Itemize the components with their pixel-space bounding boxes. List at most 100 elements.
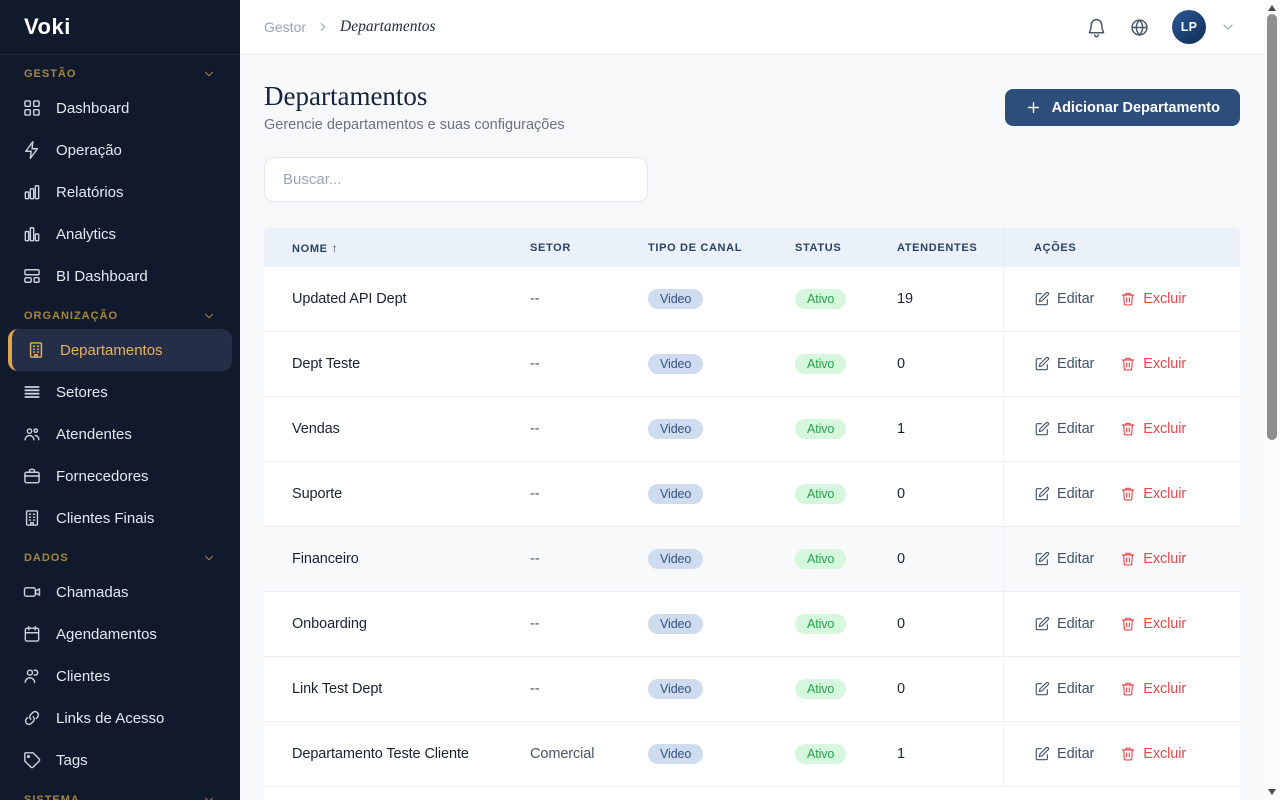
department-setor: -- <box>530 356 540 372</box>
page-subtitle: Gerencie departamentos e suas configuraç… <box>264 117 565 133</box>
sidebar-item-clientes[interactable]: Clientes <box>8 655 232 697</box>
chevron-right-icon <box>320 23 326 31</box>
tag-icon <box>22 750 42 770</box>
link-icon <box>22 708 42 728</box>
sidebar-nav: GESTÃO Dashboard Operação Relatórios Ana… <box>0 55 240 800</box>
atendentes-count: 0 <box>897 356 905 372</box>
trash-icon <box>1122 487 1135 501</box>
sidebar-item-label: Dashboard <box>56 99 130 117</box>
scroll-down-arrow-icon[interactable] <box>1268 789 1276 795</box>
sidebar-item-analytics[interactable]: Analytics <box>8 213 232 255</box>
edit-button[interactable]: Editar <box>1034 421 1094 437</box>
section-header-organizacao[interactable]: ORGANIZAÇÃO <box>8 297 232 329</box>
sidebar-item-links-de-acesso[interactable]: Links de Acesso <box>8 697 232 739</box>
trash-icon <box>1122 422 1135 436</box>
edit-icon <box>1035 616 1050 631</box>
edit-button[interactable]: Editar <box>1034 356 1094 372</box>
sidebar-item-departamentos[interactable]: Departamentos <box>8 329 232 371</box>
delete-button[interactable]: Excluir <box>1120 551 1186 567</box>
building-icon <box>26 340 46 360</box>
scrollbar-thumb[interactable] <box>1267 14 1277 440</box>
status-badge: Ativo <box>795 354 847 374</box>
table-row: Link Test Dept -- Video Ativo 0 Editar E… <box>264 657 1240 722</box>
sidebar-item-label: Setores <box>56 383 108 401</box>
department-setor: -- <box>530 291 540 307</box>
video-camera-icon <box>22 582 42 602</box>
search-input[interactable] <box>264 157 648 202</box>
column-header-atendentes[interactable]: ATENDENTES <box>897 242 1003 254</box>
edit-icon <box>1035 421 1050 436</box>
edit-button[interactable]: Editar <box>1034 616 1094 632</box>
sidebar-item-label: Relatórios <box>56 183 124 201</box>
breadcrumb-root[interactable]: Gestor <box>264 19 306 35</box>
canal-badge: Video <box>648 484 704 504</box>
building-icon <box>22 508 42 528</box>
page-title: Departamentos <box>264 81 428 111</box>
delete-button[interactable]: Excluir <box>1120 681 1186 697</box>
atendentes-count: 1 <box>897 746 905 762</box>
column-header-nome[interactable]: NOME ↑ <box>264 241 530 255</box>
column-header-tipo-de-canal[interactable]: TIPO DE CANAL <box>648 242 795 254</box>
sidebar-item-bi-dashboard[interactable]: BI Dashboard <box>8 255 232 297</box>
sidebar-item-relatorios[interactable]: Relatórios <box>8 171 232 213</box>
table-row: Vendas -- Video Ativo 1 Editar Excluir <box>264 397 1240 462</box>
edit-button[interactable]: Editar <box>1034 681 1094 697</box>
add-department-button[interactable]: Adicionar Departamento <box>1004 89 1240 126</box>
sidebar-item-clientes-finais[interactable]: Clientes Finais <box>8 497 232 539</box>
table-header-row: NOME ↑ SETOR TIPO DE CANAL STATUS ATENDEN… <box>264 228 1240 267</box>
add-department-label: Adicionar Departamento <box>1051 99 1220 116</box>
canal-badge: Video <box>648 289 704 309</box>
sidebar-item-setores[interactable]: Setores <box>8 371 232 413</box>
sidebar-item-tags[interactable]: Tags <box>8 739 232 781</box>
user-avatar[interactable]: LP <box>1172 10 1206 44</box>
table-filler <box>264 787 1240 800</box>
list-icon <box>22 382 42 402</box>
delete-button[interactable]: Excluir <box>1120 616 1186 632</box>
department-name: Departamento Teste Cliente <box>292 746 469 762</box>
sidebar-item-atendentes[interactable]: Atendentes <box>8 413 232 455</box>
trash-icon <box>1122 747 1135 761</box>
sidebar-item-dashboard[interactable]: Dashboard <box>8 87 232 129</box>
section-header-dados[interactable]: DADOS <box>8 539 232 571</box>
edit-button[interactable]: Editar <box>1034 291 1094 307</box>
department-name: Dept Teste <box>292 356 361 372</box>
notifications-bell-icon[interactable] <box>1086 17 1107 38</box>
scroll-up-arrow-icon[interactable] <box>1268 5 1276 11</box>
table-row: Suporte -- Video Ativo 0 Editar Excluir <box>264 462 1240 527</box>
edit-button[interactable]: Editar <box>1034 486 1094 502</box>
section-header-sistema[interactable]: SISTEMA <box>8 781 232 800</box>
table-row: Departamento Teste Cliente Comercial Vid… <box>264 722 1240 787</box>
sidebar-item-label: Chamadas <box>56 583 129 601</box>
delete-button[interactable]: Excluir <box>1120 746 1186 762</box>
sidebar-item-label: Operação <box>56 141 122 159</box>
trash-icon <box>1122 357 1135 371</box>
sidebar-item-label: Atendentes <box>56 425 132 443</box>
department-name: Vendas <box>292 421 340 437</box>
chevron-down-icon <box>205 797 213 800</box>
sidebar-item-label: Analytics <box>56 225 117 243</box>
edit-button[interactable]: Editar <box>1034 551 1094 567</box>
table-row: Updated API Dept -- Video Ativo 19 Edita… <box>264 267 1240 332</box>
delete-button[interactable]: Excluir <box>1120 486 1186 502</box>
status-badge: Ativo <box>795 549 847 569</box>
chevron-down-icon[interactable] <box>1220 19 1236 35</box>
column-header-status[interactable]: STATUS <box>795 242 897 254</box>
trash-icon <box>1122 682 1135 696</box>
sidebar-item-label: Clientes Finais <box>56 509 155 527</box>
column-header-setor[interactable]: SETOR <box>530 242 648 254</box>
breadcrumb: Gestor Departamentos <box>264 18 436 36</box>
delete-button[interactable]: Excluir <box>1120 291 1186 307</box>
delete-button[interactable]: Excluir <box>1120 421 1186 437</box>
atendentes-count: 19 <box>897 291 913 307</box>
atendentes-count: 1 <box>897 421 905 437</box>
delete-button[interactable]: Excluir <box>1120 356 1186 372</box>
edit-button[interactable]: Editar <box>1034 746 1094 762</box>
zap-icon <box>22 140 42 160</box>
section-header-gestao[interactable]: GESTÃO <box>8 55 232 87</box>
sidebar-item-chamadas[interactable]: Chamadas <box>8 571 232 613</box>
sidebar-item-operacao[interactable]: Operação <box>8 129 232 171</box>
sidebar-item-agendamentos[interactable]: Agendamentos <box>8 613 232 655</box>
sidebar-item-fornecedores[interactable]: Fornecedores <box>8 455 232 497</box>
vertical-scrollbar[interactable] <box>1264 0 1280 800</box>
globe-icon[interactable] <box>1129 17 1150 38</box>
